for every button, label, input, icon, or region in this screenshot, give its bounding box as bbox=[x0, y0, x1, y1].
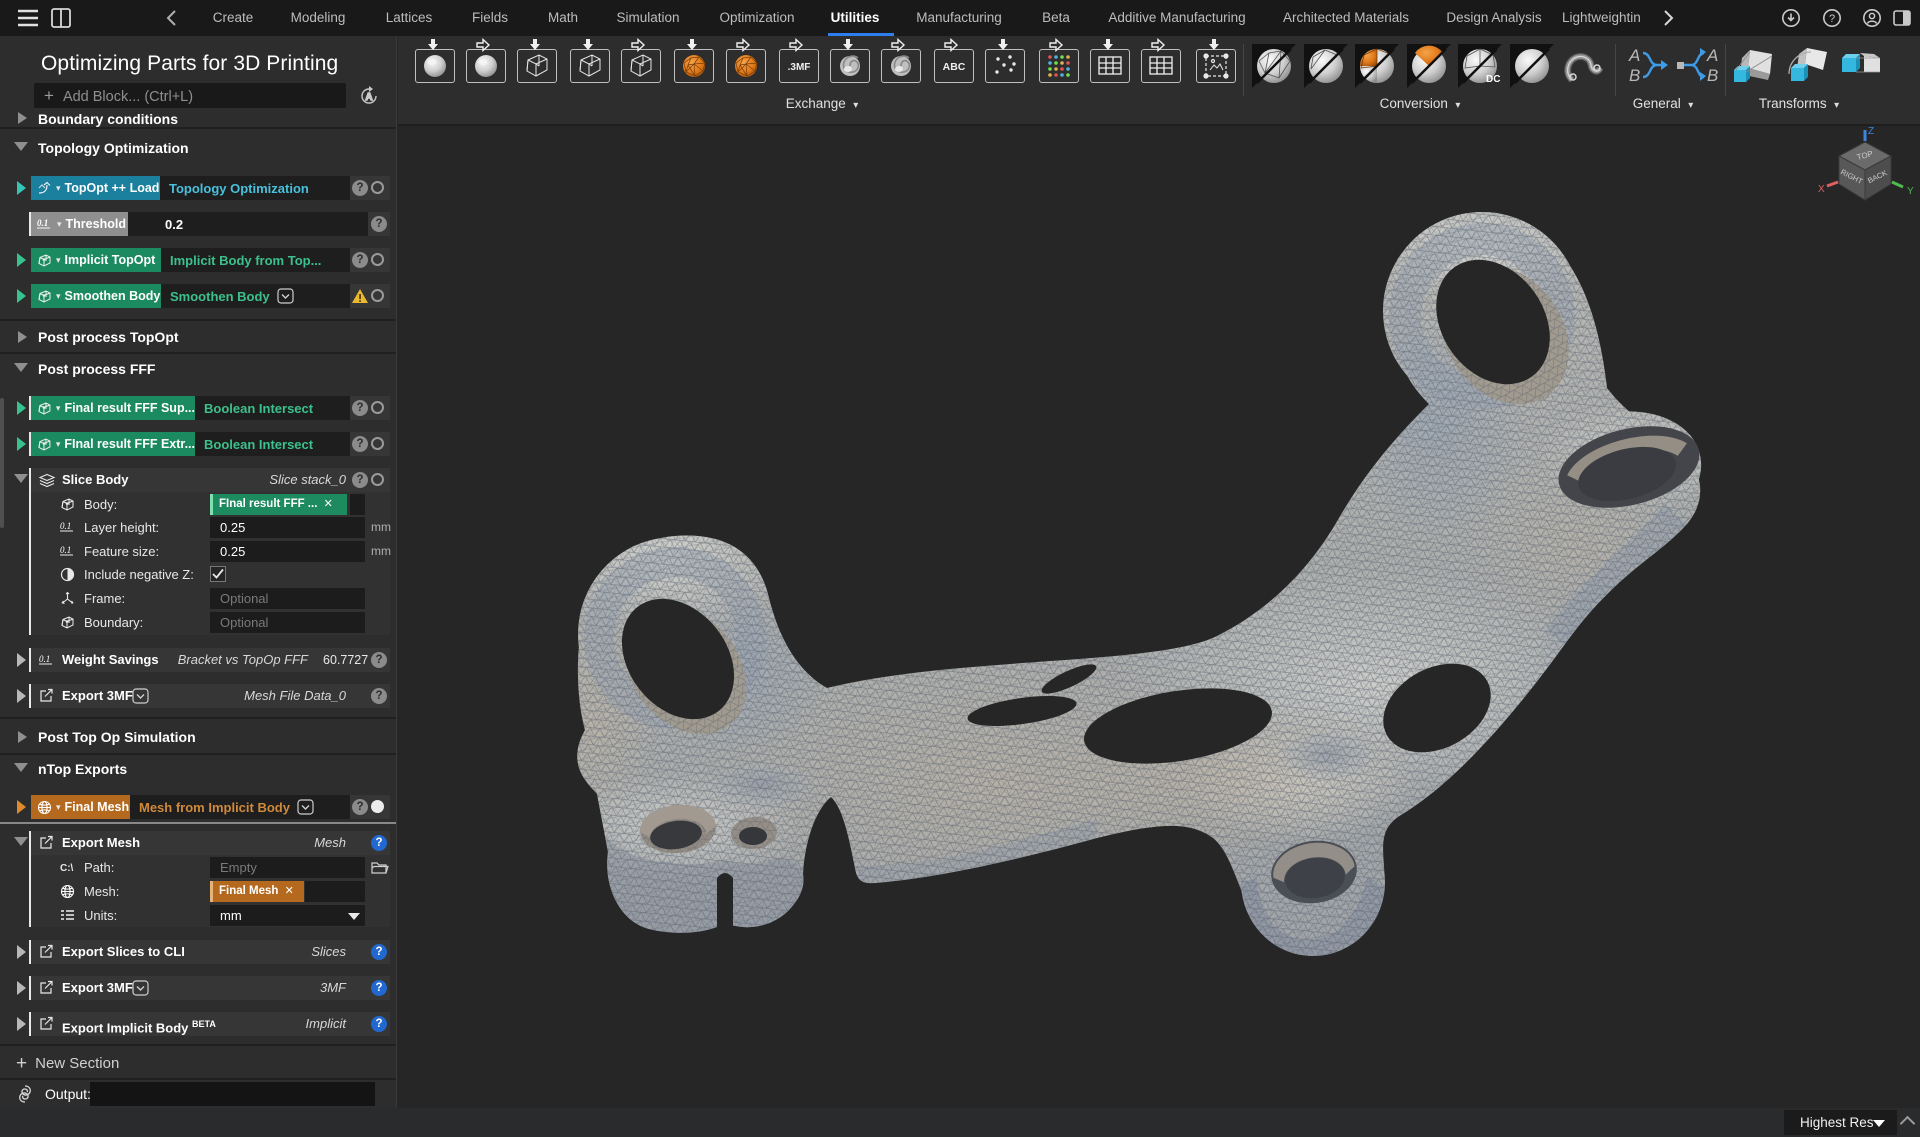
svg-text:Z: Z bbox=[1868, 126, 1874, 137]
svg-text:Y: Y bbox=[1907, 186, 1914, 197]
svg-text:DC: DC bbox=[1486, 74, 1500, 85]
svg-text:?: ? bbox=[1829, 13, 1835, 25]
svg-text:A: A bbox=[365, 92, 372, 103]
svg-text:0.1: 0.1 bbox=[39, 654, 50, 664]
svg-text:C:\: C:\ bbox=[60, 863, 74, 874]
svg-text:A: A bbox=[1706, 46, 1718, 65]
svg-text:0.1: 0.1 bbox=[37, 218, 48, 228]
svg-text:0.1: 0.1 bbox=[60, 545, 71, 555]
svg-text:B: B bbox=[1707, 66, 1718, 85]
svg-text:ABC: ABC bbox=[943, 61, 966, 73]
svg-text:.3MF: .3MF bbox=[788, 62, 811, 73]
svg-text:A: A bbox=[1628, 46, 1640, 65]
svg-text:X: X bbox=[1818, 184, 1825, 195]
svg-text:B: B bbox=[1629, 66, 1640, 85]
svg-text:0.1: 0.1 bbox=[60, 521, 71, 531]
